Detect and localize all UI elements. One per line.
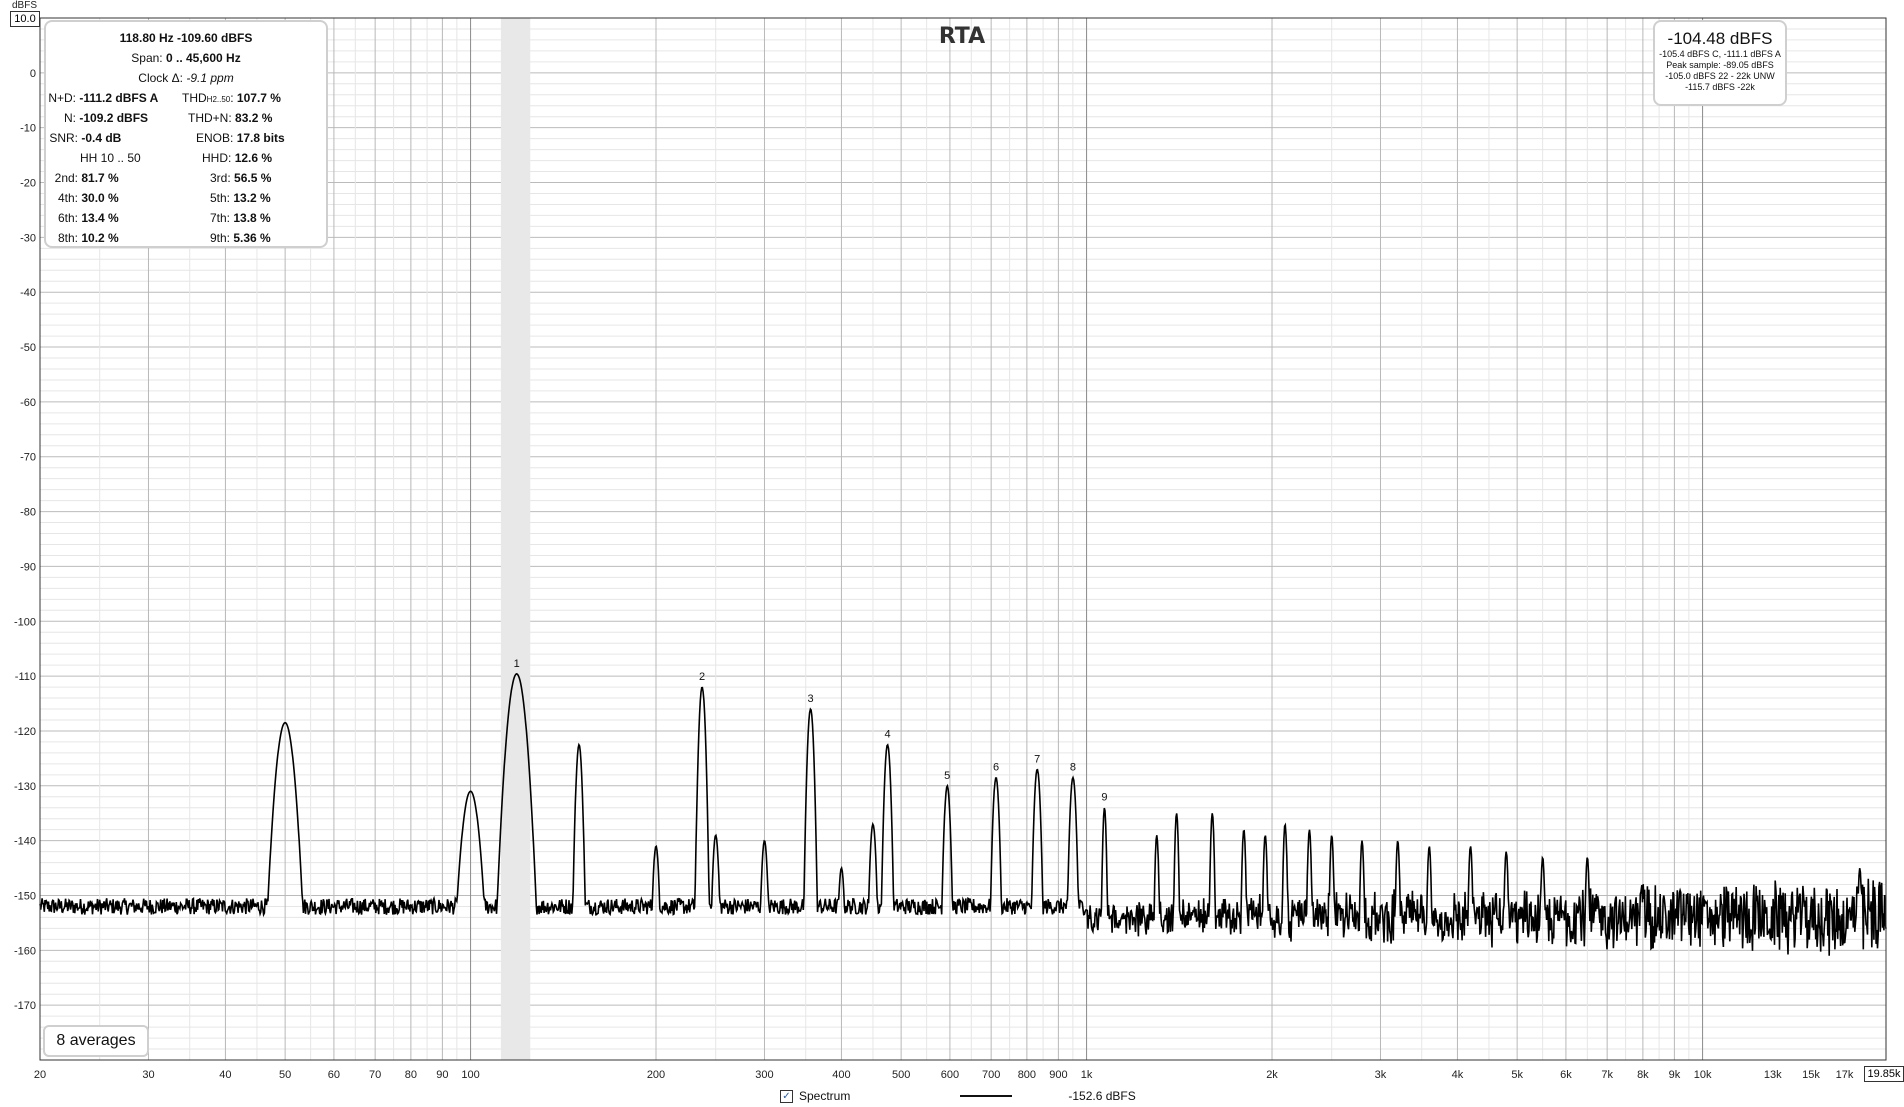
y-tick-label: -100: [14, 616, 36, 628]
x-tick-label: 10k: [1694, 1069, 1712, 1081]
level-line3: -105.0 dBFS 22 - 22k UNW: [1665, 71, 1775, 81]
y-tick-label: -70: [20, 452, 36, 464]
x-tick-label: 70: [369, 1069, 381, 1081]
x-tick-label: 500: [892, 1069, 910, 1081]
level-panel: -104.48 dBFS -105.4 dBFS C, -111.1 dBFS …: [1653, 20, 1787, 106]
x-tick-label: 100: [461, 1069, 479, 1081]
x-axis: 20 30 40 50 60 70 80 90 100 200 300 400 500 600 700 800…: [34, 1069, 1854, 1081]
x-tick-label: 90: [436, 1069, 448, 1081]
stats-panel: 118.80 Hz -109.60 dBFS Span: 0 .. 45,600…: [44, 20, 328, 248]
y-axis-unit: dBFS: [12, 0, 38, 11]
x-tick-label: 4k: [1452, 1069, 1464, 1081]
x-tick-label: 900: [1049, 1069, 1067, 1081]
x-tick-label: 9k: [1669, 1069, 1681, 1081]
stats-row-snr: SNR: -0.4 dB ENOB: 17.8 bits: [49, 131, 285, 145]
y-axis: 0 -10 -20 -30 -40 -50 -60 -70 -80 -90 -100 -110 -120…: [14, 68, 36, 1012]
legend-line-swatch: [960, 1095, 1013, 1097]
x-tick-label: 8k: [1637, 1069, 1649, 1081]
x-tick-label: 600: [941, 1069, 959, 1081]
y-tick-label: -30: [20, 232, 36, 244]
spectrum-checkbox[interactable]: ✓: [780, 1089, 793, 1103]
y-tick-label: -160: [14, 945, 36, 957]
y-tick-label: -130: [14, 781, 36, 793]
x-tick-label: 5k: [1511, 1069, 1523, 1081]
harmonic-label: 4: [884, 729, 890, 741]
legend-value: -152.6 dBFS: [1068, 1089, 1136, 1103]
x-tick-label: 3k: [1375, 1069, 1387, 1081]
x-tick-label: 2k: [1266, 1069, 1278, 1081]
stats-row-h8h9: 8th: 10.2 % 9th: 5.36 %: [57, 231, 271, 245]
x-tick-label: 50: [279, 1069, 291, 1081]
harmonic-label: 9: [1101, 792, 1107, 804]
y-tick-label: -60: [20, 397, 36, 409]
stats-row-h4h5: 4th: 30.0 % 5th: 13.2 %: [57, 191, 271, 205]
y-tick-label: -150: [14, 890, 36, 902]
stats-clock: Clock Δ: -9.1 ppm: [138, 71, 234, 85]
level-line2: Peak sample: -89.05 dBFS: [1666, 60, 1774, 70]
level-line1: -105.4 dBFS C, -111.1 dBFS A: [1659, 49, 1781, 59]
legend-label: Spectrum: [799, 1089, 851, 1103]
stats-header: 118.80 Hz -109.60 dBFS: [119, 31, 253, 45]
spectrum-trace: [39, 673, 1887, 956]
x-tick-label: 20: [34, 1069, 46, 1081]
harmonic-label: 6: [993, 762, 999, 774]
x-tick-label: 17k: [1836, 1069, 1854, 1081]
y-tick-label: -120: [14, 726, 36, 738]
x-tick-label: 200: [647, 1069, 665, 1081]
analysis-band: [500, 18, 531, 1060]
harmonic-label: 1: [514, 658, 520, 670]
highlight-band: [500, 18, 531, 1060]
harmonic-label: 2: [699, 671, 705, 683]
y-tick-label: -110: [15, 671, 36, 683]
chart-title: RTA: [939, 24, 985, 49]
x-max-input[interactable]: 19.85k: [1864, 1066, 1904, 1082]
x-tick-label: 30: [142, 1069, 154, 1081]
legend: ✓ Spectrum -152.6 dBFS: [780, 1088, 1136, 1104]
harmonic-label: 3: [808, 693, 814, 705]
y-max-input[interactable]: 10.0: [10, 11, 40, 27]
x-tick-label: 13k: [1764, 1069, 1782, 1081]
stats-row-nd: N+D: -111.2 dBFS A THDH2..50: 107.7 %: [48, 91, 281, 105]
y-tick-label: -80: [20, 507, 36, 519]
x-tick-label: 700: [982, 1069, 1000, 1081]
y-tick-label: -20: [20, 178, 36, 190]
x-tick-label: 800: [1018, 1069, 1036, 1081]
stats-span: Span: 0 .. 45,600 Hz: [131, 51, 241, 65]
x-tick-label: 80: [405, 1069, 417, 1081]
y-tick-label: -90: [20, 561, 36, 573]
level-main: -104.48 dBFS: [1667, 29, 1773, 48]
x-tick-label: 300: [755, 1069, 773, 1081]
y-tick-label: -170: [14, 1000, 36, 1012]
y-tick-label: -10: [20, 123, 36, 135]
stats-row-h6h7: 6th: 13.4 % 7th: 13.8 %: [57, 211, 271, 225]
x-tick-label: 7k: [1601, 1069, 1613, 1081]
x-tick-label: 6k: [1560, 1069, 1572, 1081]
level-line4: -115.7 dBFS -22k: [1685, 82, 1755, 92]
x-tick-label: 400: [832, 1069, 850, 1081]
stats-row-h2h3: 2nd: 81.7 % 3rd: 56.5 %: [54, 171, 272, 185]
averages-button[interactable]: 8 averages: [43, 1025, 149, 1057]
y-tick-label: -40: [20, 287, 36, 299]
x-tick-label: 60: [328, 1069, 340, 1081]
x-tick-label: 40: [219, 1069, 231, 1081]
stats-row-hh: HH 10 .. 50 HHD: 12.6 %: [80, 151, 273, 165]
x-tick-label: 1k: [1081, 1069, 1093, 1081]
y-tick-label: 0: [30, 68, 36, 80]
x-tick-label: 15k: [1802, 1069, 1820, 1081]
stats-row-n: N: -109.2 dBFS THD+N: 83.2 %: [64, 111, 273, 125]
harmonic-label: 5: [944, 770, 950, 782]
harmonic-label: 8: [1070, 762, 1076, 774]
harmonic-label: 7: [1034, 753, 1040, 765]
y-tick-label: -140: [14, 836, 36, 848]
y-tick-label: -50: [20, 342, 36, 354]
